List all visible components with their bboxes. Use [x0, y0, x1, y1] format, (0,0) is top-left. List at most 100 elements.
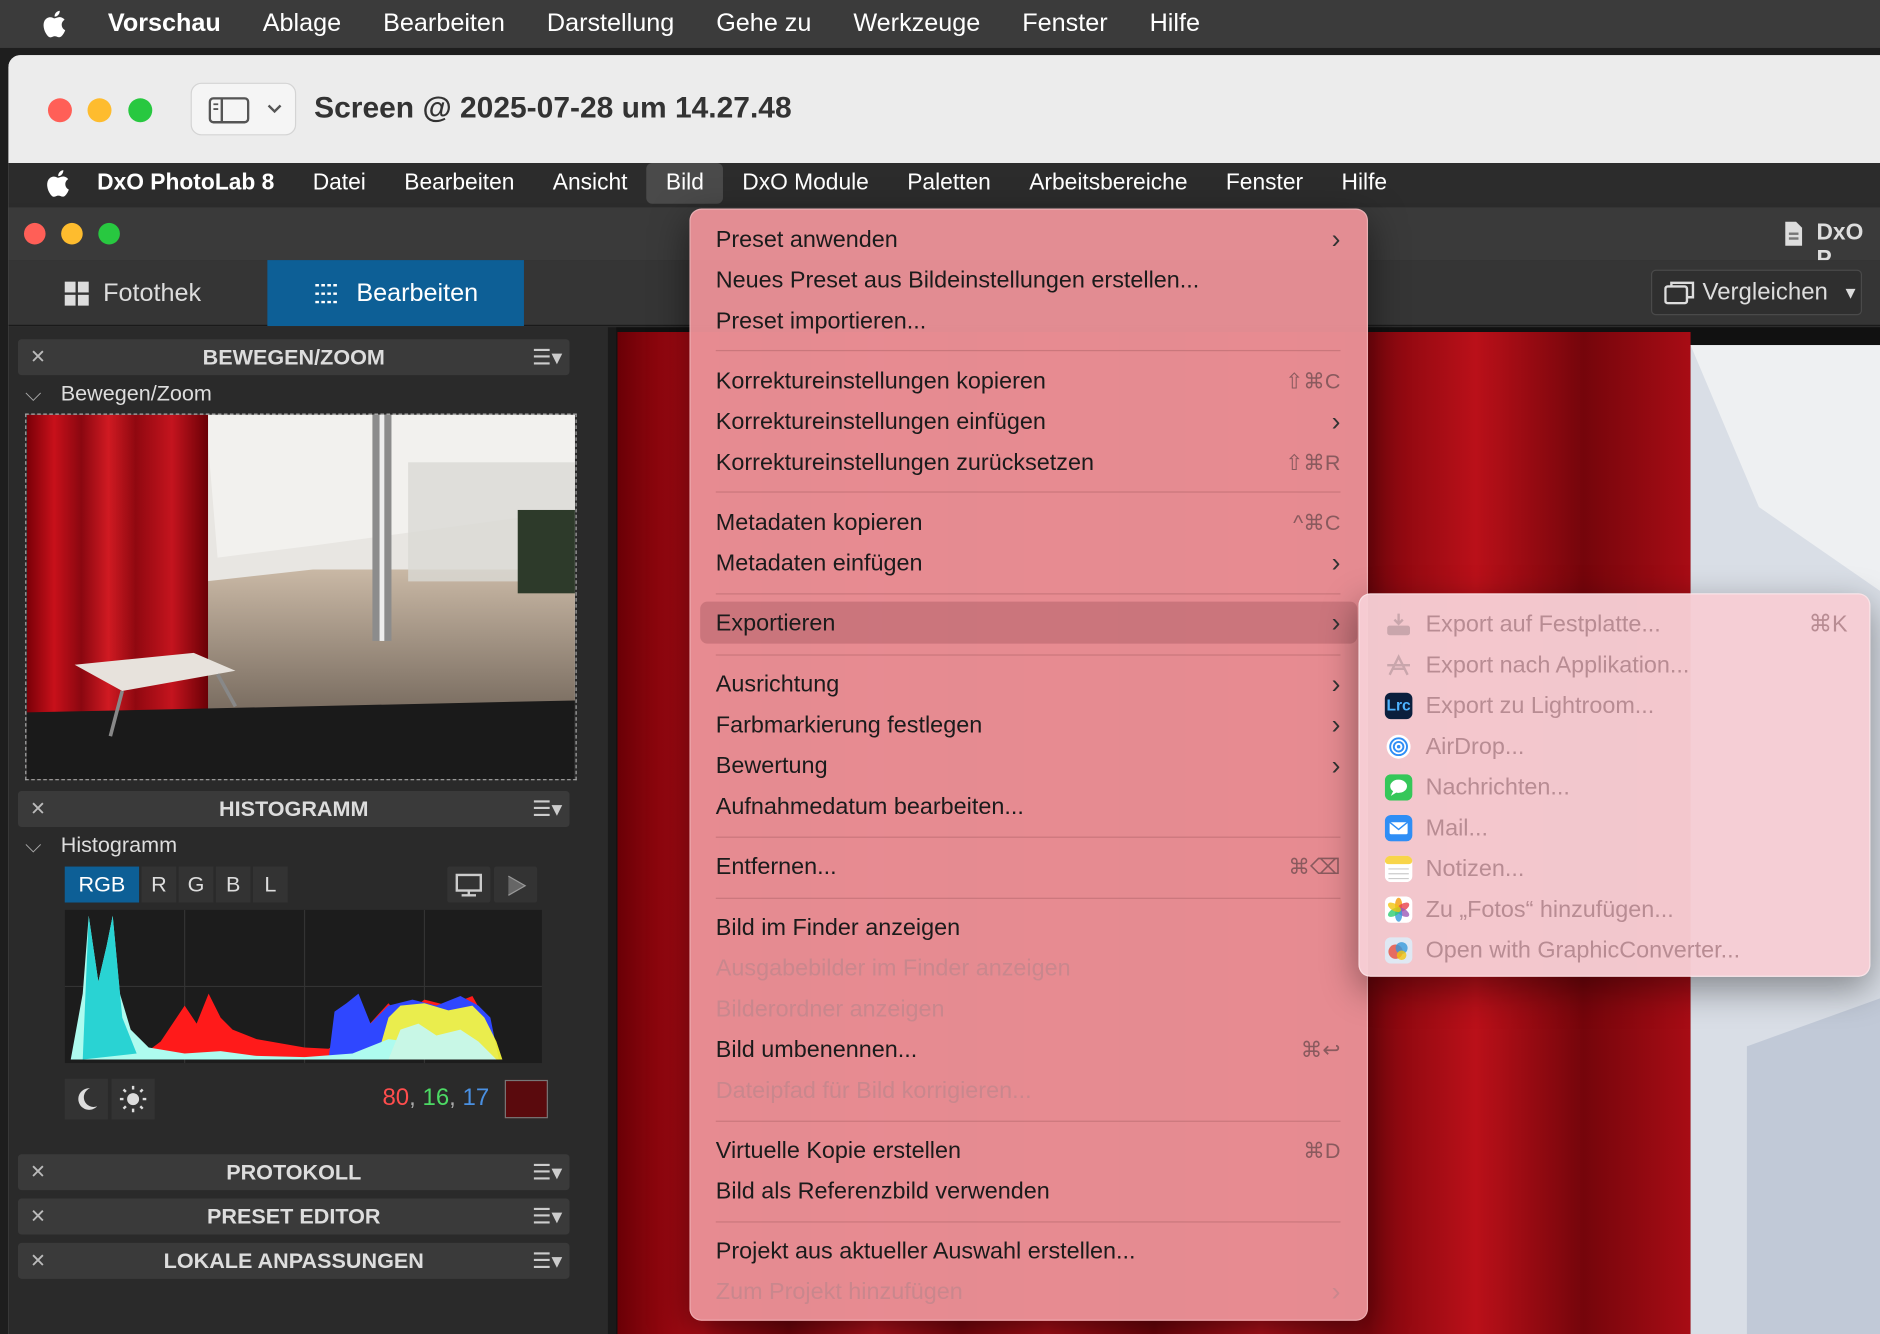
menu-item-ausrichtung[interactable]: Ausrichtung ›	[716, 664, 1341, 705]
menu-fenster[interactable]: Fenster	[1022, 10, 1107, 39]
menu-item-korrektur-kopieren[interactable]: Korrektureinstellungen kopieren ⇧⌘C	[716, 361, 1341, 402]
menu-dxo-module[interactable]: DxO Module	[723, 163, 888, 204]
zoom-window-button[interactable]	[98, 222, 120, 245]
submenu-item-export-applikation[interactable]: Export nach Applikation...	[1360, 645, 1870, 686]
panel-header-lokale-anpassungen[interactable]: ✕ LOKALE ANPASSUNGEN ☰▾	[17, 1242, 570, 1279]
minimize-window-button[interactable]	[61, 222, 83, 245]
channel-g-button[interactable]: G	[178, 866, 214, 903]
apple-logo-icon[interactable]	[41, 10, 67, 39]
menu-item-korrektur-einfuegen[interactable]: Korrektureinstellungen einfügen ›	[716, 402, 1341, 443]
panel-menu-icon[interactable]: ☰▾	[532, 345, 562, 370]
menu-datei[interactable]: Datei	[294, 163, 386, 204]
menu-gehe-zu[interactable]: Gehe zu	[716, 10, 811, 39]
submenu-item-mail[interactable]: Mail...	[1360, 808, 1870, 849]
panel-header-histogram[interactable]: ✕ HISTOGRAMM ☰▾	[17, 791, 570, 828]
submenu-item-graphicconverter[interactable]: Open with GraphicConverter...	[1360, 930, 1870, 971]
menu-item-metadaten-einfuegen[interactable]: Metadaten einfügen ›	[716, 543, 1341, 584]
navigator-thumbnail[interactable]	[25, 413, 577, 781]
display-button[interactable]	[447, 866, 491, 903]
panel-menu-icon[interactable]: ☰▾	[532, 1160, 562, 1185]
menu-item-referenzbild[interactable]: Bild als Referenzbild verwenden	[716, 1171, 1341, 1212]
menu-item-projekt-erstellen[interactable]: Projekt aus aktueller Auswahl erstellen.…	[716, 1231, 1341, 1272]
menu-item-exportieren[interactable]: Exportieren ›	[716, 603, 1341, 644]
menu-separator	[715, 1120, 1341, 1122]
menu-fenster[interactable]: Fenster	[1207, 163, 1323, 204]
menu-item-label: Neues Preset aus Bildeinstellungen erste…	[715, 267, 1200, 294]
menu-item-preset-importieren[interactable]: Preset importieren...	[716, 301, 1341, 342]
submenu-item-airdrop[interactable]: AirDrop...	[1360, 726, 1870, 767]
compare-button[interactable]: Vergleichen ▼	[1650, 269, 1863, 316]
panel-header-preset-editor[interactable]: ✕ PRESET EDITOR ☰▾	[17, 1198, 570, 1235]
channel-b-button[interactable]: B	[215, 866, 251, 903]
rgb-readout-g: 16	[422, 1084, 450, 1112]
menu-ablage[interactable]: Ablage	[263, 10, 341, 39]
sidebar-toggle-button[interactable]	[190, 82, 297, 136]
subpanel-histogram[interactable]: ⌵ Histogramm	[25, 833, 177, 858]
menu-bearbeiten[interactable]: Bearbeiten	[383, 10, 505, 39]
menu-item-label: Exportieren	[715, 610, 836, 637]
sidebar-icon	[208, 97, 250, 124]
menu-item-preset-anwenden[interactable]: Preset anwenden ›	[716, 219, 1341, 260]
menu-hilfe[interactable]: Hilfe	[1322, 163, 1406, 204]
menu-item-finder-anzeigen[interactable]: Bild im Finder anzeigen	[716, 907, 1341, 948]
submenu-item-export-lightroom[interactable]: Lrc Export zu Lightroom...	[1360, 686, 1870, 727]
submenu-item-label: Nachrichten...	[1425, 774, 1570, 801]
menu-item-umbenennen[interactable]: Bild umbenennen... ⌘↩	[716, 1030, 1341, 1071]
panel-header-move-zoom[interactable]: ✕ BEWEGEN/ZOOM ☰▾	[17, 339, 570, 376]
panel-title: BEWEGEN/ZOOM	[202, 344, 385, 369]
menu-ansicht[interactable]: Ansicht	[534, 163, 647, 204]
submenu-item-fotos[interactable]: Zu „Fotos“ hinzufügen...	[1360, 889, 1870, 930]
highlight-clipping-button[interactable]	[111, 1078, 155, 1120]
menu-arbeitsbereiche[interactable]: Arbeitsbereiche	[1010, 163, 1207, 204]
menu-item-shortcut: ⇧⌘R	[1285, 450, 1341, 475]
subpanel-move-zoom[interactable]: ⌵ Bewegen/Zoom	[25, 381, 212, 406]
apple-logo-icon[interactable]	[44, 169, 70, 198]
shadow-clipping-button[interactable]	[64, 1078, 108, 1120]
minimize-window-button[interactable]	[87, 98, 112, 123]
rgb-readout: 80, 16, 17	[382, 1084, 490, 1112]
sun-icon	[119, 1085, 147, 1113]
close-panel-icon[interactable]: ✕	[30, 1205, 46, 1229]
panel-menu-icon[interactable]: ☰▾	[532, 1248, 562, 1273]
panel-title: LOKALE ANPASSUNGEN	[163, 1248, 424, 1273]
close-window-button[interactable]	[47, 98, 72, 123]
menu-item-label: Virtuelle Kopie erstellen	[715, 1137, 962, 1164]
submenu-item-label: Export nach Applikation...	[1425, 652, 1690, 679]
menu-item-bewertung[interactable]: Bewertung ›	[716, 746, 1341, 787]
menu-item-entfernen[interactable]: Entfernen... ⌘⌫	[716, 846, 1341, 887]
close-panel-icon[interactable]: ✕	[30, 797, 46, 821]
left-palette-panel: ✕ BEWEGEN/ZOOM ☰▾ ⌵ Bewegen/Zoom ✕ HISTO…	[8, 327, 608, 1334]
menu-paletten[interactable]: Paletten	[888, 163, 1010, 204]
panel-menu-icon[interactable]: ☰▾	[532, 1204, 562, 1229]
menu-app-dxo[interactable]: DxO PhotoLab 8	[97, 163, 293, 204]
channel-l-button[interactable]: L	[252, 866, 288, 903]
submenu-item-export-festplatte[interactable]: Export auf Festplatte... ⌘K	[1360, 604, 1870, 645]
close-panel-icon[interactable]: ✕	[30, 1160, 46, 1184]
menu-bearbeiten[interactable]: Bearbeiten	[385, 163, 534, 204]
moon-icon	[78, 1088, 98, 1110]
close-panel-icon[interactable]: ✕	[30, 1249, 46, 1273]
menu-item-farbmarkierung[interactable]: Farbmarkierung festlegen ›	[716, 705, 1341, 746]
panel-menu-icon[interactable]: ☰▾	[532, 796, 562, 821]
menu-hilfe[interactable]: Hilfe	[1150, 10, 1200, 39]
menu-darstellung[interactable]: Darstellung	[547, 10, 674, 39]
menu-item-metadaten-kopieren[interactable]: Metadaten kopieren ^⌘C	[716, 502, 1341, 543]
menu-bild[interactable]: Bild	[646, 163, 724, 204]
menu-item-virtuelle-kopie[interactable]: Virtuelle Kopie erstellen ⌘D	[716, 1130, 1341, 1171]
tab-bearbeiten[interactable]: Bearbeiten	[267, 260, 524, 327]
panel-header-protokoll[interactable]: ✕ PROTOKOLL ☰▾	[17, 1154, 570, 1191]
tab-fotothek[interactable]: Fotothek	[62, 260, 201, 326]
menu-item-neues-preset[interactable]: Neues Preset aus Bildeinstellungen erste…	[716, 260, 1341, 301]
close-panel-icon[interactable]: ✕	[30, 345, 46, 369]
menu-werkzeuge[interactable]: Werkzeuge	[853, 10, 980, 39]
menu-item-korrektur-zuruecksetzen[interactable]: Korrektureinstellungen zurücksetzen ⇧⌘R	[716, 442, 1341, 483]
menu-item-aufnahmedatum[interactable]: Aufnahmedatum bearbeiten...	[716, 786, 1341, 827]
submenu-item-nachrichten[interactable]: Nachrichten...	[1360, 767, 1870, 808]
channel-r-button[interactable]: R	[141, 866, 177, 903]
submenu-item-notizen[interactable]: Notizen...	[1360, 849, 1870, 890]
channel-rgb-button[interactable]: RGB	[64, 866, 140, 903]
clipping-button[interactable]	[493, 866, 538, 903]
menu-app-vorschau[interactable]: Vorschau	[108, 10, 221, 39]
zoom-window-button[interactable]	[128, 98, 153, 123]
close-window-button[interactable]	[23, 222, 46, 245]
